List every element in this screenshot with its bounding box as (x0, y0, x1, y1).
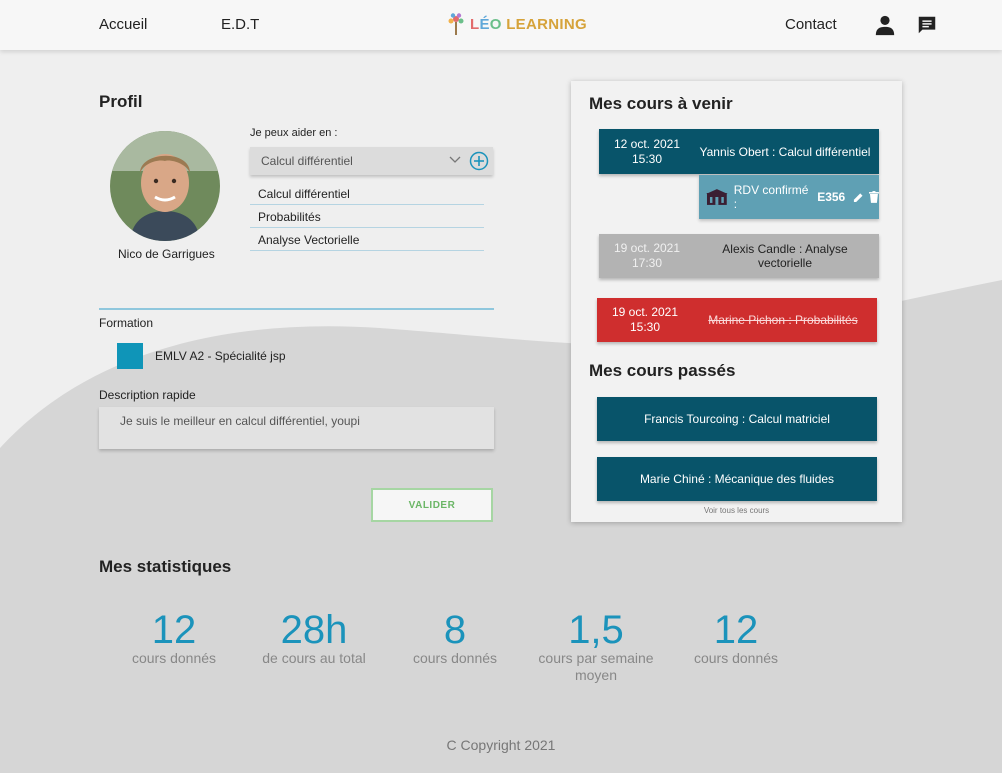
course-name: Marine Pichon : Probabilités (708, 313, 858, 327)
divider (99, 308, 494, 310)
stat-label: cours donnés (693, 650, 779, 666)
formation-color-badge (117, 343, 143, 369)
chevron-down-icon[interactable] (449, 154, 461, 166)
course-name: Francis Tourcoing : Calcul matriciel (644, 412, 830, 426)
avatar-image (110, 131, 220, 241)
past-courses-title: Mes cours passés (589, 361, 736, 380)
building-icon (706, 189, 728, 205)
stat-label: cours donnés (131, 650, 217, 666)
rdv-text: RDV confirmé : (733, 183, 809, 211)
formation-label: Formation (99, 316, 154, 330)
stat-card: 8 cours donnés (380, 610, 530, 667)
stat-label: cours donnés (412, 650, 498, 666)
validate-button[interactable]: VALIDER (371, 488, 493, 522)
trash-icon[interactable] (869, 191, 879, 203)
tree-logo-icon (448, 13, 464, 35)
stats-title: Mes statistiques (99, 557, 232, 576)
stat-card: 12 cours donnés (661, 610, 811, 667)
stat-value: 1,5 (568, 608, 624, 652)
footer-copyright: C Copyright 2021 (446, 737, 556, 753)
course-card-past[interactable]: Francis Tourcoing : Calcul matriciel (597, 397, 877, 441)
rdv-room: E356 (817, 190, 846, 204)
stat-card: 28h de cours au total (239, 610, 389, 667)
course-name: Alexis Candle : Analyse vectorielle (722, 242, 848, 270)
course-name: Yannis Obert : Calcul différentiel (699, 144, 871, 159)
list-item[interactable]: Calcul différentiel (250, 182, 484, 205)
course-name: Marie Chiné : Mécanique des fluides (639, 472, 835, 486)
course-card-cancelled[interactable]: 19 oct. 2021 15:30 Marine Pichon : Proba… (597, 298, 877, 342)
nav-contact-link[interactable]: Contact (785, 16, 837, 33)
course-date: 12 oct. 2021 15:30 (613, 136, 681, 166)
list-item[interactable]: Probabilités (250, 205, 484, 228)
see-all-courses-link[interactable]: Voir tous les cours (571, 506, 902, 515)
stat-card: 1,5 cours par semaine moyen (521, 610, 671, 684)
stat-value: 12 (151, 608, 197, 652)
profile-title: Profil (99, 92, 143, 111)
stat-card: 12 cours donnés (99, 610, 249, 667)
stat-value: 12 (713, 608, 759, 652)
course-card-upcoming[interactable]: 19 oct. 2021 17:30 Alexis Candle : Analy… (599, 234, 879, 278)
description-textarea[interactable]: Je suis le meilleur en calcul différenti… (99, 407, 494, 449)
edit-icon[interactable] (853, 192, 864, 203)
help-label: Je peux aider en : (250, 127, 338, 139)
list-item[interactable]: Analyse Vectorielle (250, 228, 484, 251)
course-date: 19 oct. 2021 17:30 (613, 241, 681, 270)
help-subject-list: Calcul différentiel Probabilités Analyse… (250, 182, 484, 251)
nav-home-link[interactable]: Accueil (99, 16, 147, 33)
stat-label: cours par semaine moyen (538, 650, 654, 683)
rdv-confirmation: RDV confirmé : E356 (699, 175, 879, 219)
stat-label: de cours au total (262, 650, 366, 666)
description-label: Description rapide (99, 388, 196, 402)
add-circle-icon[interactable] (469, 151, 489, 171)
course-card-past[interactable]: Marie Chiné : Mécanique des fluides (597, 457, 877, 501)
stat-value: 28h (280, 608, 348, 652)
stat-value: 8 (443, 608, 467, 652)
brand-name: LÉO LEARNING (470, 15, 587, 33)
course-card-upcoming[interactable]: 12 oct. 2021 15:30 Yannis Obert : Calcul… (599, 129, 879, 174)
user-name: Nico de Garrigues (118, 247, 215, 261)
chat-icon[interactable] (916, 14, 938, 36)
user-icon[interactable] (874, 14, 896, 36)
upcoming-courses-title: Mes cours à venir (589, 94, 733, 113)
avatar (110, 131, 220, 241)
brand-logo[interactable]: LÉO LEARNING (446, 12, 587, 36)
top-navigation-bar: Accueil E.D.T LÉO LEARNING Contact (0, 0, 1002, 50)
course-date: 19 oct. 2021 15:30 (611, 305, 679, 334)
formation-value: EMLV A2 - Spécialité jsp (155, 349, 286, 363)
nav-schedule-link[interactable]: E.D.T (221, 16, 259, 33)
